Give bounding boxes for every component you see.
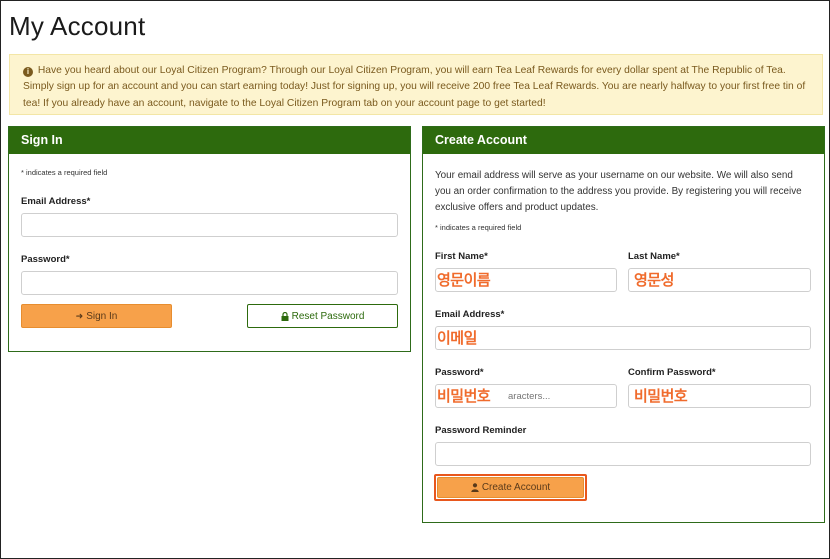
sign-in-email-input[interactable] <box>21 213 398 237</box>
create-password-label: Password* <box>435 367 484 378</box>
last-name-input[interactable] <box>628 268 811 292</box>
required-field-note: * indicates a required field <box>21 168 108 177</box>
create-account-label: Create Account <box>481 482 551 493</box>
email-label: Email Address* <box>21 196 91 207</box>
page-title: My Account <box>9 11 146 41</box>
required-field-note: * indicates a required field <box>435 223 522 232</box>
last-name-label: Last Name* <box>628 251 680 262</box>
loyalty-notice: i Have you heard about our Loyal Citizen… <box>9 54 823 115</box>
password-label: Password* <box>21 254 70 265</box>
reset-password-label: Reset Password <box>291 310 365 322</box>
password-reminder-label: Password Reminder <box>435 425 527 436</box>
info-circle-icon: i <box>23 67 33 77</box>
first-name-input[interactable] <box>435 268 617 292</box>
create-account-heading: Create Account <box>423 127 824 154</box>
create-account-panel: Create Account Your email address will s… <box>422 126 825 523</box>
notice-text: Have you heard about our Loyal Citizen P… <box>23 65 806 109</box>
create-email-input[interactable] <box>435 326 811 350</box>
create-account-button[interactable]: Create Account <box>437 477 584 498</box>
first-name-label: First Name* <box>435 251 488 262</box>
confirm-password-input[interactable] <box>628 384 811 408</box>
sign-in-heading: Sign In <box>9 127 410 154</box>
confirm-password-label: Confirm Password* <box>628 367 716 378</box>
sign-in-button[interactable]: ➜ Sign In <box>21 304 172 328</box>
create-password-input[interactable] <box>435 384 617 408</box>
lock-icon <box>281 311 289 321</box>
user-icon <box>471 483 479 492</box>
sign-in-button-label: Sign In <box>86 310 118 322</box>
create-account-intro: Your email address will serve as your us… <box>435 170 802 214</box>
sign-in-password-input[interactable] <box>21 271 398 295</box>
reset-password-button[interactable]: Reset Password <box>247 304 398 328</box>
sign-in-panel: Sign In * indicates a required field Ema… <box>8 126 411 352</box>
sign-in-arrow-icon: ➜ <box>75 310 84 321</box>
password-reminder-input[interactable] <box>435 442 811 466</box>
create-email-label: Email Address* <box>435 309 505 320</box>
